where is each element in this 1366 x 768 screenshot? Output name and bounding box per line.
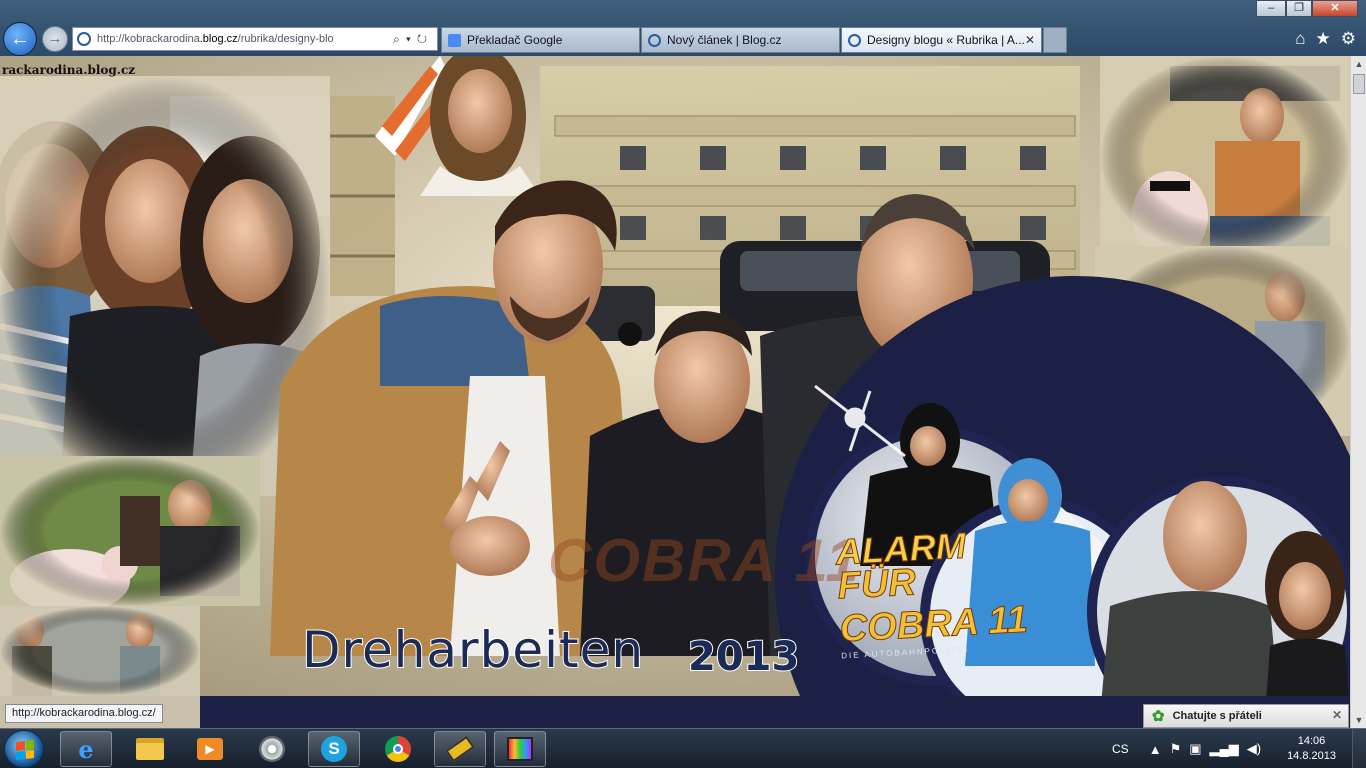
- scroll-thumb[interactable]: [1353, 74, 1365, 94]
- chat-friends-icon: ✿: [1152, 708, 1165, 725]
- blog-url-heading[interactable]: rackarodina.blog.cz: [2, 63, 135, 77]
- alarm-fur-cobra-logo: ALARM FÜR COBRA 11 DIE AUTOBAHNPOLIZEI: [834, 521, 1051, 660]
- skype-icon: S: [321, 736, 347, 762]
- maximize-button[interactable]: ❐: [1286, 0, 1312, 17]
- chrome-taskbar-button[interactable]: [372, 731, 424, 767]
- windows-logo-icon: [16, 740, 34, 760]
- clock-time: 14:06: [1297, 735, 1326, 747]
- browser-toolbar-icons: ⌂ ★ ⚙: [1295, 29, 1356, 49]
- web-page: rackarodina.blog.cz COBRA 11 ALARM FÜR C…: [0, 56, 1350, 728]
- volume-icon[interactable]: ◀): [1247, 741, 1261, 757]
- tab-label: Nový článek | Blog.cz: [667, 33, 782, 47]
- pig-scene-photo: [0, 456, 260, 613]
- tools-gear-icon[interactable]: ⚙: [1341, 29, 1356, 49]
- tab-google-translate[interactable]: Překladač Google: [441, 27, 640, 53]
- close-tab-icon[interactable]: ✕: [1025, 33, 1035, 47]
- windows-taskbar: e ▶ S CS ▲ ⚑ ▣ ▂▄▆ ◀) 14:06 14.8.2013: [0, 728, 1366, 768]
- address-host: kobrackarodina: [124, 33, 200, 45]
- address-prefix: http://: [97, 33, 125, 45]
- banner-title: Dreharbeiten: [301, 620, 645, 680]
- chrome-icon: [385, 736, 411, 762]
- media-player-taskbar-button[interactable]: ▶: [184, 731, 236, 767]
- video-editor-icon: [445, 735, 475, 763]
- scroll-down-icon[interactable]: ▼: [1351, 712, 1366, 728]
- webcam-icon: [259, 736, 285, 762]
- blog-header-collage: [0, 56, 1350, 696]
- window-controls: – ❐ ✕: [1256, 0, 1358, 17]
- internet-explorer-icon: e: [78, 734, 94, 764]
- address-tools[interactable]: ⌕▾↻: [393, 32, 433, 47]
- clock[interactable]: 14:06 14.8.2013: [1287, 734, 1336, 764]
- video-editor-taskbar-button[interactable]: [434, 731, 486, 767]
- language-indicator[interactable]: CS: [1112, 742, 1129, 756]
- link-status-tooltip: http://kobrackarodina.blog.cz/: [5, 704, 163, 723]
- folder-icon: [136, 738, 164, 760]
- media-player-icon: ▶: [197, 738, 223, 760]
- favorites-star-icon[interactable]: ★: [1316, 29, 1331, 49]
- google-translate-icon: [448, 33, 461, 47]
- banner-year: 2013: [687, 633, 800, 681]
- cobra-watermark: COBRA 11: [548, 527, 861, 594]
- dropdown-icon[interactable]: ▾: [406, 32, 417, 46]
- flag-icon[interactable]: ⚑: [1170, 741, 1182, 757]
- show-hidden-icons-icon[interactable]: ▲: [1149, 742, 1162, 757]
- blog-favicon-icon: [77, 32, 91, 46]
- webcam-taskbar-button[interactable]: [246, 731, 298, 767]
- blog-favicon-icon: [848, 33, 861, 47]
- display-icon[interactable]: ▣: [1189, 741, 1201, 757]
- chat-label: Chatujte s přáteli: [1172, 710, 1262, 722]
- logo-line-2: FÜR COBRA 11: [836, 561, 1029, 651]
- system-tray: CS ▲ ⚑ ▣ ▂▄▆ ◀) 14:06 14.8.2013: [1112, 729, 1366, 768]
- office-scene-photo: [0, 606, 200, 696]
- minimize-button[interactable]: –: [1256, 0, 1286, 17]
- address-host-domain: .blog.cz: [199, 33, 238, 45]
- browser-titlebar: – ❐ ✕ ← → http://kobrackarodina .blog.cz /…: [0, 0, 1366, 56]
- start-button[interactable]: [4, 730, 44, 768]
- new-tab-button[interactable]: [1043, 27, 1067, 53]
- back-button[interactable]: ←: [3, 22, 37, 56]
- tab-label: Překladač Google: [467, 33, 563, 47]
- close-button[interactable]: ✕: [1312, 0, 1358, 17]
- clock-date: 14.8.2013: [1287, 750, 1336, 762]
- close-chat-icon[interactable]: ✕: [1332, 708, 1342, 722]
- explorer-taskbar-button[interactable]: [124, 731, 176, 767]
- skype-taskbar-button[interactable]: S: [308, 731, 360, 767]
- search-icon[interactable]: ⌕: [393, 32, 406, 46]
- pig-sunglasses-photo: [1100, 56, 1350, 261]
- blog-favicon-icon: [648, 33, 661, 47]
- tab-blog-designs[interactable]: Designy blogu « Rubrika | A... ✕: [841, 27, 1042, 53]
- forward-button[interactable]: →: [42, 26, 68, 52]
- tab-new-article[interactable]: Nový článek | Blog.cz: [641, 27, 840, 53]
- show-desktop-button[interactable]: [1352, 729, 1366, 768]
- address-path: /rubrika/designy-blo: [237, 33, 334, 45]
- refresh-icon[interactable]: ↻: [417, 32, 433, 46]
- chat-with-friends-bar[interactable]: ✿ Chatujte s přáteli ✕: [1143, 704, 1349, 728]
- address-bar[interactable]: http://kobrackarodina .blog.cz/rubrika/de…: [72, 27, 438, 51]
- scroll-up-icon[interactable]: ▲: [1351, 56, 1366, 72]
- tab-label: Designy blogu « Rubrika | A...: [867, 33, 1025, 47]
- home-icon[interactable]: ⌂: [1295, 29, 1305, 49]
- network-signal-icon[interactable]: ▂▄▆: [1210, 741, 1239, 757]
- image-viewer-taskbar-button[interactable]: [494, 731, 546, 767]
- image-viewer-icon: [507, 737, 533, 761]
- vertical-scrollbar[interactable]: ▲ ▼: [1350, 56, 1366, 728]
- internet-explorer-taskbar-button[interactable]: e: [60, 731, 112, 767]
